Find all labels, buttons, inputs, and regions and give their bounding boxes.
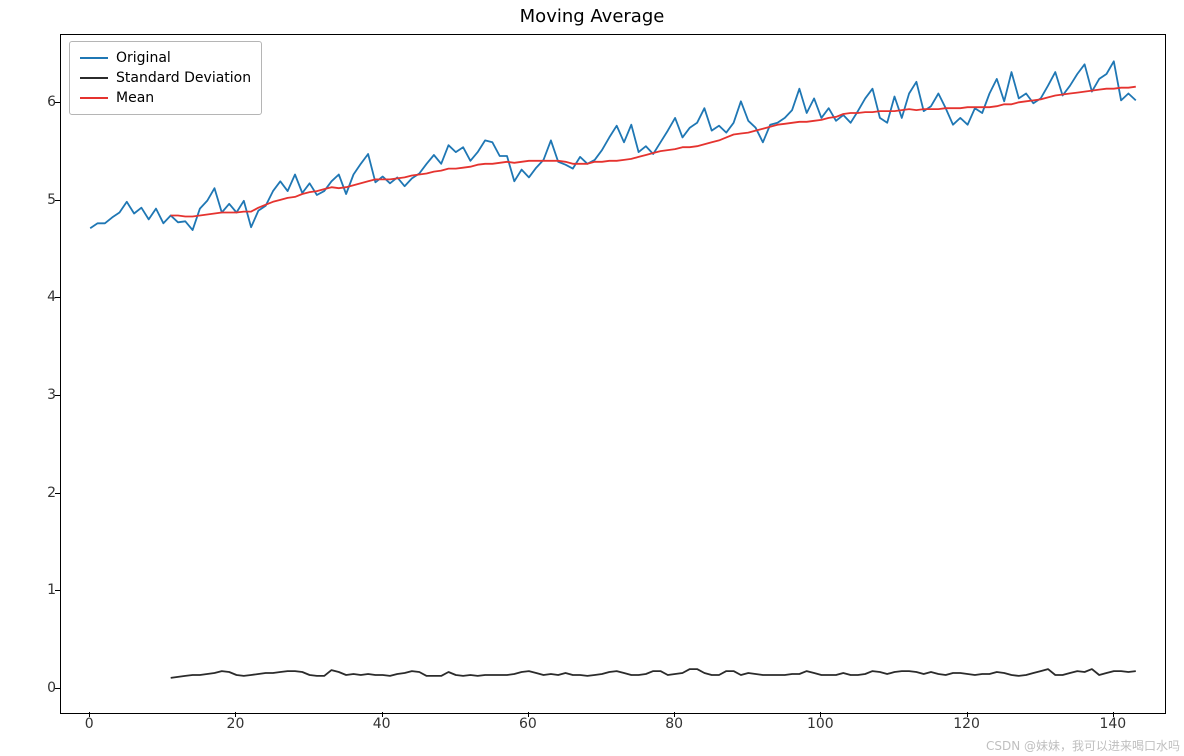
ytick-mark — [55, 297, 60, 298]
xtick-mark — [235, 712, 236, 717]
ytick-label: 1 — [16, 582, 56, 598]
xtick-label: 120 — [953, 716, 980, 732]
xtick-mark — [89, 712, 90, 717]
xtick-label: 0 — [85, 716, 94, 732]
ytick-label: 4 — [16, 289, 56, 305]
xtick-mark — [967, 712, 968, 717]
chart-title: Moving Average — [0, 6, 1184, 27]
ytick-label: 5 — [16, 192, 56, 208]
legend-label: Standard Deviation — [116, 68, 251, 88]
legend-item-mean: Mean — [80, 88, 251, 108]
xtick-label: 60 — [519, 716, 537, 732]
legend-swatch — [80, 97, 108, 99]
figure: Moving Average Original Standard Deviati… — [0, 0, 1184, 756]
plot-canvas — [61, 35, 1165, 713]
legend-label: Mean — [116, 88, 154, 108]
ytick-mark — [55, 590, 60, 591]
legend-label: Original — [116, 48, 171, 68]
xtick-label: 100 — [807, 716, 834, 732]
ytick-label: 0 — [16, 680, 56, 696]
watermark-text: CSDN @妹妹，我可以进来喝口水吗 — [986, 737, 1180, 754]
legend-item-std: Standard Deviation — [80, 68, 251, 88]
xtick-mark — [674, 712, 675, 717]
legend: Original Standard Deviation Mean — [69, 41, 262, 115]
xtick-mark — [528, 712, 529, 717]
series-standard-deviation — [171, 669, 1136, 678]
xtick-label: 40 — [373, 716, 391, 732]
xtick-label: 80 — [665, 716, 683, 732]
xtick-mark — [382, 712, 383, 717]
ytick-mark — [55, 102, 60, 103]
xtick-label: 140 — [1099, 716, 1126, 732]
legend-item-original: Original — [80, 48, 251, 68]
ytick-label: 6 — [16, 94, 56, 110]
ytick-mark — [55, 395, 60, 396]
xtick-label: 20 — [227, 716, 245, 732]
xtick-mark — [1113, 712, 1114, 717]
xtick-mark — [820, 712, 821, 717]
axes: Original Standard Deviation Mean — [60, 34, 1166, 714]
legend-swatch — [80, 57, 108, 59]
series-mean — [171, 87, 1136, 217]
ytick-label: 3 — [16, 387, 56, 403]
ytick-label: 2 — [16, 485, 56, 501]
ytick-mark — [55, 493, 60, 494]
legend-swatch — [80, 77, 108, 79]
ytick-mark — [55, 688, 60, 689]
ytick-mark — [55, 200, 60, 201]
